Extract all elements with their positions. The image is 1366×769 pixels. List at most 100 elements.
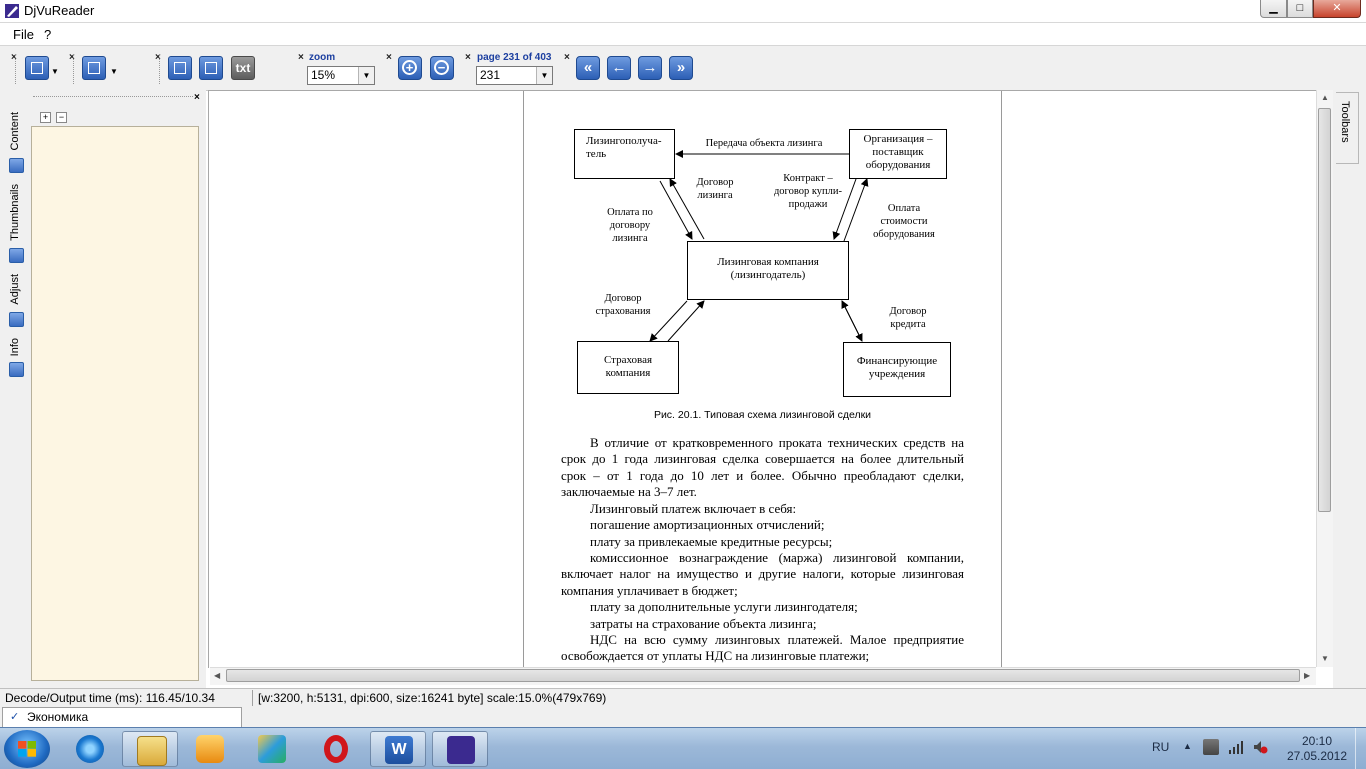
window-title: DjVuReader bbox=[24, 3, 95, 18]
opera-icon[interactable] bbox=[308, 731, 364, 767]
start-button[interactable] bbox=[4, 730, 50, 768]
list-item: НДС на всю сумму лизинговых платежей. Ма… bbox=[561, 632, 964, 665]
media-player-icon[interactable] bbox=[182, 731, 238, 767]
zoom-select[interactable]: 15% ▼ bbox=[307, 66, 375, 85]
list-item: погашение амортизационных отчислений; bbox=[561, 517, 964, 533]
paragraph-text: Лизинговый платеж включает в себя: bbox=[590, 501, 797, 516]
status-bar: Decode/Output time (ms): 116.45/10.34 [w… bbox=[0, 688, 1366, 708]
tab-adjust[interactable]: Adjust bbox=[6, 272, 28, 327]
menu-file[interactable]: File bbox=[13, 27, 34, 42]
chevron-down-icon[interactable]: ▼ bbox=[110, 67, 118, 76]
paint-icon[interactable] bbox=[244, 731, 300, 767]
zoom-out-icon[interactable]: − bbox=[430, 56, 454, 80]
list-item: плату за дополнительные услуги лизингода… bbox=[561, 599, 964, 615]
expand-all-icon[interactable]: + bbox=[40, 112, 51, 123]
app-logo-icon bbox=[5, 4, 19, 18]
show-hidden-icons-icon[interactable]: ▲ bbox=[1183, 741, 1192, 751]
label-lease-contract: Договор лизинга bbox=[696, 177, 734, 201]
scroll-left-icon[interactable]: ◀ bbox=[214, 671, 220, 680]
toolbar-grip[interactable] bbox=[15, 54, 18, 84]
word-icon[interactable]: W bbox=[370, 731, 426, 767]
paragraph-text: В отличие от кратковременного проката те… bbox=[561, 435, 964, 500]
screenshot-icon[interactable] bbox=[199, 56, 223, 80]
minimize-button[interactable]: ▁ bbox=[1260, 0, 1287, 18]
tab-thumbnails-label: Thumbnails bbox=[9, 184, 21, 241]
zoom-value: 15% bbox=[311, 68, 336, 82]
info-icon bbox=[9, 362, 24, 377]
collapse-all-icon[interactable]: − bbox=[56, 112, 67, 123]
select-region-icon[interactable] bbox=[168, 56, 192, 80]
chevron-down-icon[interactable]: ▼ bbox=[358, 67, 374, 84]
toolbar-close-icon[interactable]: × bbox=[564, 52, 570, 63]
list-item-text: плату за дополнительные услуги лизингода… bbox=[590, 599, 858, 614]
text-mode-icon[interactable]: txt bbox=[231, 56, 255, 80]
file-explorer-icon[interactable] bbox=[122, 731, 178, 767]
zoom-in-icon[interactable]: + bbox=[398, 56, 422, 80]
usb-device-icon[interactable] bbox=[1203, 739, 1219, 755]
djvureader-icon[interactable] bbox=[432, 731, 488, 767]
internet-explorer-icon[interactable] bbox=[62, 731, 118, 767]
tab-adjust-label: Adjust bbox=[9, 274, 21, 305]
content-tree[interactable] bbox=[31, 126, 199, 681]
document-tab[interactable]: ✓ Экономика строительства(ЧАСТЬ2).djvu bbox=[2, 707, 242, 742]
prev-page-icon[interactable]: ← bbox=[607, 56, 631, 80]
toolbar-close-icon[interactable]: × bbox=[386, 52, 392, 63]
network-signal-icon[interactable] bbox=[1228, 739, 1244, 755]
layout-icon[interactable] bbox=[25, 56, 49, 80]
toolbar-close-icon[interactable]: × bbox=[465, 52, 471, 63]
first-page-icon[interactable]: « bbox=[576, 56, 600, 80]
taskbar: W RU ▲ 20:10 27.05.2012 bbox=[0, 727, 1366, 769]
tab-info[interactable]: Info bbox=[6, 336, 28, 377]
tab-content-label: Content bbox=[9, 112, 21, 151]
right-panel bbox=[1333, 90, 1366, 688]
horizontal-scroll-thumb[interactable] bbox=[226, 669, 1300, 682]
vertical-scroll-thumb[interactable] bbox=[1318, 108, 1331, 512]
close-button[interactable]: ✕ bbox=[1313, 0, 1361, 18]
list-item: комиссионное вознаграждение (маржа) лизи… bbox=[561, 550, 964, 599]
label-payment-equipment: Оплата стоимости оборудования bbox=[873, 203, 935, 240]
panel-close-icon[interactable]: × bbox=[194, 92, 200, 103]
clock[interactable]: 20:10 27.05.2012 bbox=[1284, 734, 1350, 764]
side-tabs: Content Thumbnails Adjust Info bbox=[0, 90, 29, 688]
toolbar-grip[interactable] bbox=[73, 54, 76, 84]
chevron-down-icon[interactable]: ▼ bbox=[51, 67, 59, 76]
scroll-up-icon[interactable]: ▲ bbox=[1321, 93, 1329, 102]
scroll-right-icon[interactable]: ▶ bbox=[1304, 671, 1310, 680]
status-divider bbox=[252, 690, 253, 706]
zoom-label: zoom bbox=[309, 52, 336, 63]
arrow-financial-to-company bbox=[841, 300, 863, 342]
chevron-down-icon[interactable]: ▼ bbox=[536, 67, 552, 84]
language-indicator[interactable]: RU bbox=[1152, 740, 1169, 754]
box-leasing-company: Лизинговая компания (лизингодатель) bbox=[687, 241, 849, 300]
page-select[interactable]: 231 ▼ bbox=[476, 66, 553, 85]
toolbar-close-icon[interactable]: × bbox=[298, 52, 304, 63]
scroll-down-icon[interactable]: ▼ bbox=[1321, 654, 1329, 663]
show-desktop-button[interactable] bbox=[1355, 728, 1366, 769]
decode-time: Decode/Output time (ms): 116.45/10.34 bbox=[5, 691, 215, 705]
document-page[interactable]: Лизингополуча- тель Организация – постав… bbox=[523, 91, 1002, 667]
paragraph: В отличие от кратковременного проката те… bbox=[561, 435, 964, 501]
box-supplier: Организация – поставщик оборудования bbox=[849, 129, 947, 179]
toolbar-grip[interactable] bbox=[159, 54, 162, 84]
tab-thumbnails[interactable]: Thumbnails bbox=[6, 184, 28, 263]
last-page-icon[interactable]: » bbox=[669, 56, 693, 80]
menu-bar: File ? bbox=[0, 23, 1366, 46]
next-page-icon[interactable]: → bbox=[638, 56, 662, 80]
label-credit-contract: Договор кредита bbox=[889, 306, 927, 330]
menu-help[interactable]: ? bbox=[44, 27, 51, 42]
label-purchase-contract: Контракт – договор купли- продажи bbox=[773, 173, 843, 210]
list-item-text: НДС на всю сумму лизинговых платежей. Ма… bbox=[561, 632, 964, 664]
maximize-button[interactable]: □ bbox=[1287, 0, 1313, 18]
content-icon bbox=[9, 158, 24, 173]
panel-grip[interactable] bbox=[33, 96, 193, 97]
list-item-text: затраты на страхование объекта лизинга; bbox=[590, 616, 817, 631]
paragraph: Лизинговый платеж включает в себя: bbox=[561, 501, 964, 517]
page-value: 231 bbox=[480, 68, 501, 82]
tab-content[interactable]: Content bbox=[6, 108, 28, 173]
list-item: плату за привлекаемые кредитные ресурсы; bbox=[561, 534, 964, 550]
box-lessee: Лизингополуча- тель bbox=[574, 129, 675, 179]
volume-muted-icon[interactable] bbox=[1252, 739, 1268, 755]
toolbars-tab-label: Toolbars bbox=[1339, 101, 1351, 143]
toolbars-tab[interactable]: Toolbars bbox=[1336, 92, 1359, 164]
single-page-icon[interactable] bbox=[82, 56, 106, 80]
